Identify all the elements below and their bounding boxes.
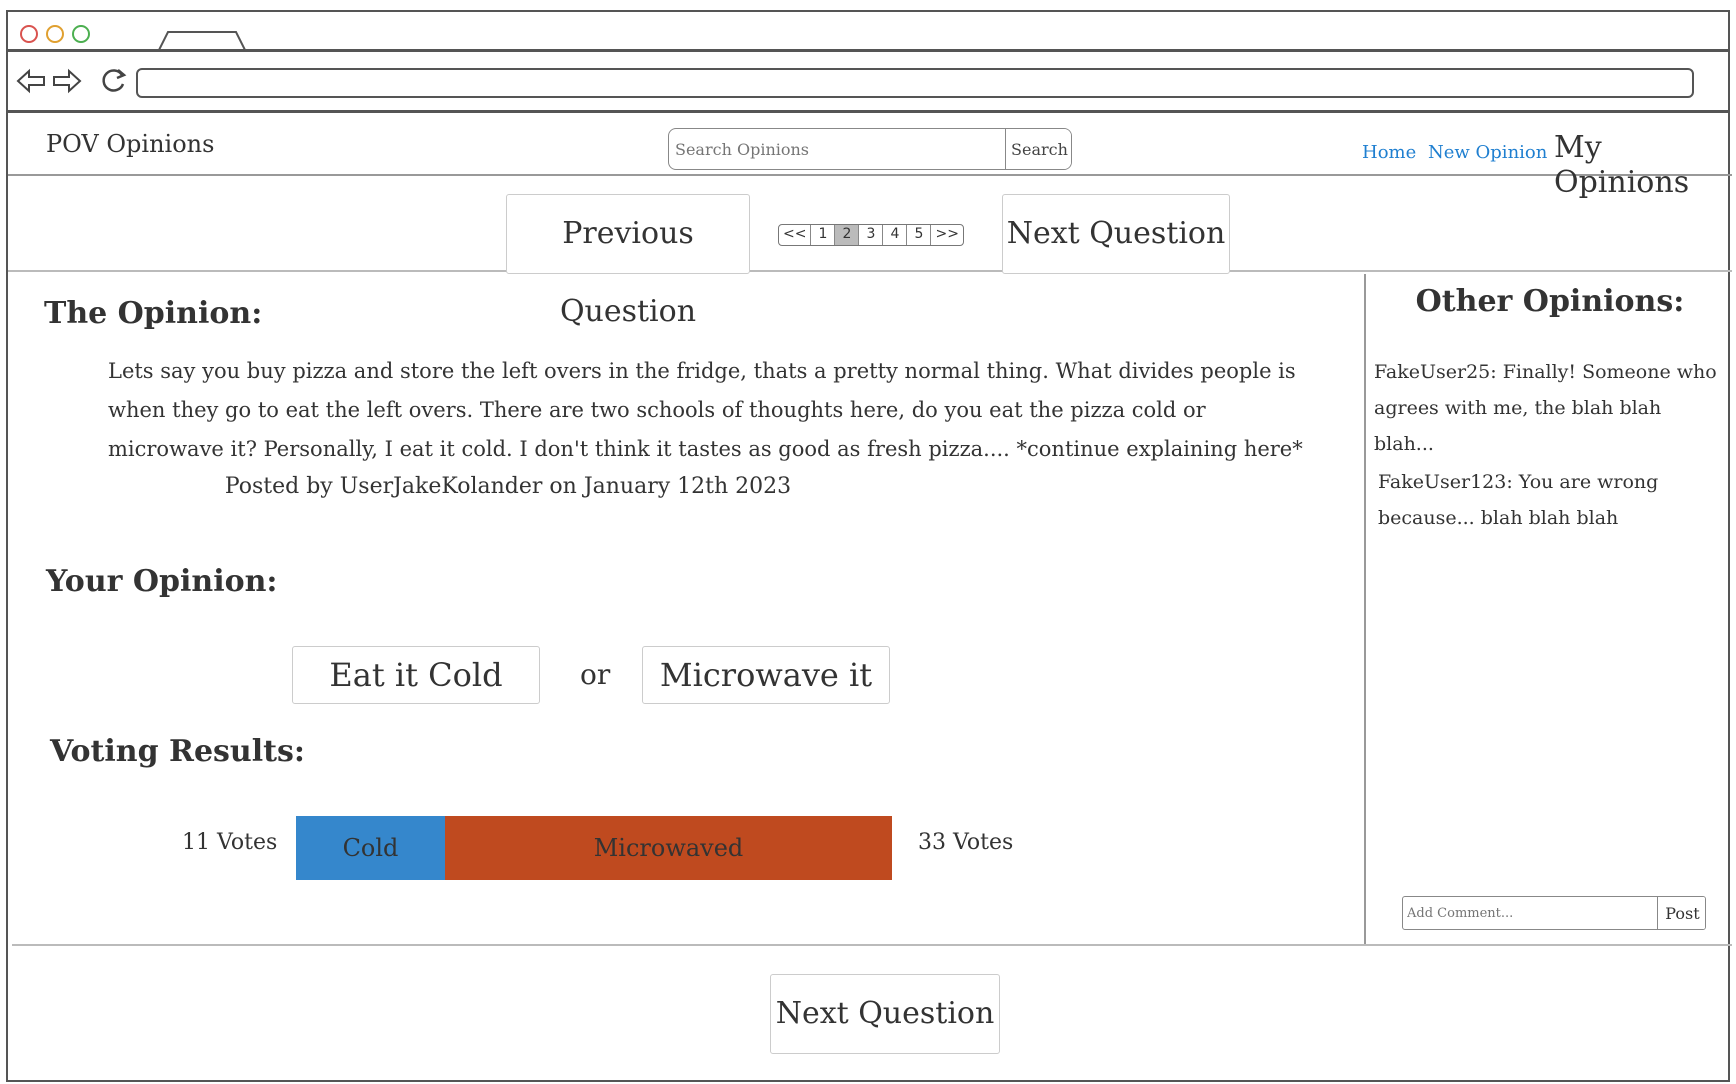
browser-tab[interactable] bbox=[158, 30, 248, 52]
browser-address-bar bbox=[8, 52, 1728, 113]
other-opinions-heading: Other Opinions: bbox=[1415, 284, 1685, 319]
microwaved-votes-bar: Microwaved bbox=[445, 816, 892, 880]
search-bar: Search bbox=[668, 128, 1072, 170]
next-question-button[interactable]: Next Question bbox=[1002, 194, 1230, 274]
cold-votes-bar: Cold bbox=[296, 816, 445, 880]
voting-results-heading: Voting Results: bbox=[50, 734, 305, 769]
or-separator: or bbox=[580, 658, 611, 691]
search-input[interactable] bbox=[669, 129, 1005, 169]
pager-page-2[interactable]: 2 bbox=[835, 225, 860, 245]
microwave-button[interactable]: Microwave it bbox=[642, 646, 890, 704]
close-window-icon[interactable] bbox=[20, 25, 38, 43]
nav-new-opinion-link[interactable]: New Opinion bbox=[1428, 142, 1547, 163]
pager-first[interactable]: << bbox=[779, 225, 812, 245]
pager-page-1[interactable]: 1 bbox=[811, 225, 836, 245]
back-arrow-icon[interactable] bbox=[16, 66, 46, 96]
forward-arrow-icon[interactable] bbox=[52, 66, 82, 96]
your-opinion-heading: Your Opinion: bbox=[46, 564, 278, 599]
other-opinions-panel: Other Opinions: FakeUser25: Finally! Som… bbox=[1368, 274, 1732, 944]
opinion-heading: The Opinion: bbox=[44, 296, 263, 331]
pager-last[interactable]: >> bbox=[931, 225, 962, 245]
pagination: << 1 2 3 4 5 >> bbox=[778, 224, 964, 246]
comment-user[interactable]: FakeUser25: bbox=[1374, 361, 1497, 383]
maximize-window-icon[interactable] bbox=[72, 25, 90, 43]
posted-by: Posted by UserJakeKolander on January 12… bbox=[224, 474, 792, 499]
site-header: POV Opinions Search Home New Opinion My … bbox=[8, 116, 1732, 200]
previous-question-button[interactable]: Previous Question bbox=[506, 194, 750, 329]
opinion-text: Lets say you buy pizza and store the lef… bbox=[108, 359, 1303, 461]
site-logo[interactable]: POV Opinions bbox=[46, 130, 214, 158]
reload-icon[interactable] bbox=[98, 66, 128, 96]
eat-cold-button[interactable]: Eat it Cold bbox=[292, 646, 540, 704]
opinion-main: The Opinion: Lets say you buy pizza and … bbox=[8, 274, 1366, 944]
microwaved-votes-count: 33 Votes bbox=[918, 830, 1014, 855]
cold-votes-count: 11 Votes bbox=[182, 830, 278, 855]
pager-page-4[interactable]: 4 bbox=[883, 225, 908, 245]
browser-tab-bar bbox=[8, 12, 1728, 52]
post-comment-button[interactable]: Post bbox=[1657, 897, 1705, 929]
search-button[interactable]: Search bbox=[1005, 129, 1071, 169]
next-question-bottom-button[interactable]: Next Question bbox=[770, 974, 1000, 1054]
add-comment-input[interactable] bbox=[1403, 897, 1657, 929]
address-input[interactable] bbox=[136, 68, 1694, 98]
browser-window: POV Opinions Search Home New Opinion My … bbox=[6, 10, 1732, 1082]
comment-item: FakeUser123: You are wrong because... bl… bbox=[1378, 464, 1678, 536]
pager-page-5[interactable]: 5 bbox=[907, 225, 932, 245]
nav-home-link[interactable]: Home bbox=[1362, 142, 1416, 163]
comment-user[interactable]: FakeUser123: bbox=[1378, 471, 1513, 493]
comment-item: FakeUser25: Finally! Someone who agrees … bbox=[1374, 354, 1720, 462]
minimize-window-icon[interactable] bbox=[46, 25, 64, 43]
voting-results-bar: Cold Microwaved bbox=[296, 816, 892, 880]
page-footer: Next Question bbox=[12, 944, 1732, 1082]
add-comment-form: Post bbox=[1402, 896, 1706, 930]
pager-page-3[interactable]: 3 bbox=[859, 225, 884, 245]
question-navigation: Previous Question << 1 2 3 4 5 >> Next Q… bbox=[8, 176, 1732, 329]
